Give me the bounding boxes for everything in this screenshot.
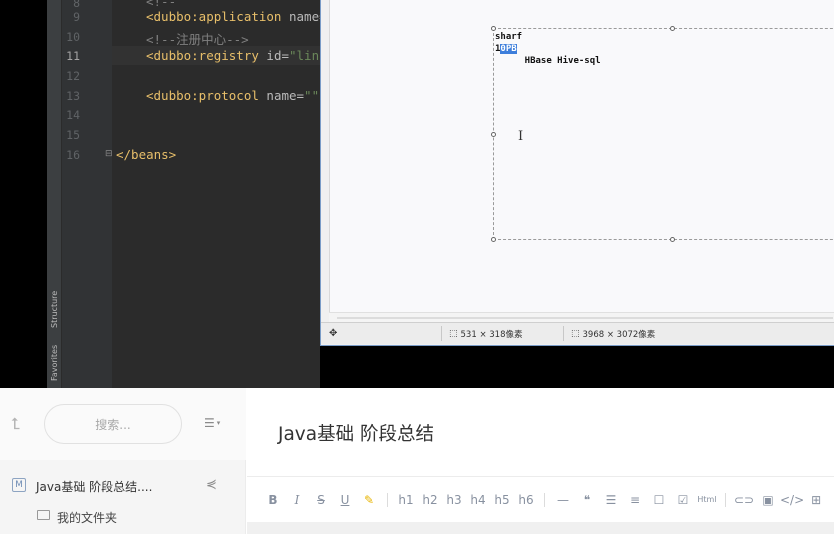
- horizontal-scrollbar[interactable]: [329, 312, 834, 322]
- line-number: 16: [66, 148, 80, 162]
- bullet-list-icon[interactable]: ☰: [599, 488, 623, 512]
- highlight-pen-icon[interactable]: ✎: [357, 488, 381, 512]
- h6-button[interactable]: h6: [514, 488, 538, 512]
- document-title[interactable]: Java基础 阶段总结: [278, 420, 434, 446]
- code-line-beans-close: </beans>: [116, 147, 177, 162]
- list-view-toggle[interactable]: ☰ ▾: [204, 416, 220, 430]
- text-cursor-icon: I: [518, 129, 524, 144]
- code-line-comment: <!--注册中心-->: [146, 32, 249, 47]
- folder-icon: [37, 510, 50, 520]
- image-text-line: 10PB: [495, 44, 517, 54]
- selection-size: ⬚ 531 × 318像素: [449, 329, 523, 340]
- folder-item[interactable]: 我的文件夹: [0, 504, 246, 528]
- image-text-content: sharf 10PB HBase Hive-sql: [495, 31, 601, 67]
- image-text-line: sharf: [495, 32, 523, 42]
- line-number: 10: [66, 30, 80, 44]
- line-number-gutter: 8 9 10 11 12 13 14 15 16 💡 ⊟: [62, 0, 136, 388]
- h3-button[interactable]: h3: [442, 488, 466, 512]
- code-line-application: <dubbo:application name=: [146, 9, 320, 24]
- note-editor: Java基础 阶段总结 B I S U ✎ h1 h2 h3 h4 h5 h6 …: [247, 388, 834, 534]
- line-number: 13: [66, 89, 80, 103]
- line-number: 9: [73, 10, 80, 24]
- status-bar: ✥ ⬚ 531 × 318像素 ⬚ 3968 × 3072像素: [321, 322, 834, 344]
- ide-window: Structure Favorites 8 9 10 11 12 13 14 1…: [0, 0, 834, 388]
- image-size-icon: ⬚: [571, 329, 580, 339]
- resize-handle[interactable]: [491, 237, 496, 242]
- link-icon[interactable]: ⊂⊃: [732, 488, 756, 512]
- strikethrough-button[interactable]: S: [309, 488, 333, 512]
- h1-button[interactable]: h1: [394, 488, 418, 512]
- note-app: ⮤ 搜索... ☰ ▾ M Java基础 阶段总结.... ⋞ 我的文件夹 Ja…: [0, 388, 834, 534]
- quote-icon[interactable]: ❝: [575, 488, 599, 512]
- line-number: 8: [73, 0, 80, 10]
- resize-handle[interactable]: [670, 237, 675, 242]
- note-sidebar: ⮤ 搜索... ☰ ▾ M Java基础 阶段总结.... ⋞ 我的文件夹: [0, 388, 246, 534]
- checkbox-icon[interactable]: ☐: [647, 488, 671, 512]
- chevron-down-icon: ▾: [216, 419, 221, 427]
- task-list-icon[interactable]: ☑: [671, 488, 695, 512]
- line-number-current: 11: [66, 49, 80, 63]
- selection-size-icon: ⬚: [449, 329, 458, 339]
- code-line-registry: <dubbo:registry id="linu: [146, 48, 320, 63]
- horizontal-rule-icon[interactable]: —: [551, 488, 575, 512]
- line-number: 12: [66, 69, 80, 83]
- back-up-icon[interactable]: ⮤: [11, 414, 31, 434]
- resize-handle[interactable]: [670, 26, 675, 31]
- italic-button[interactable]: I: [285, 488, 309, 512]
- code-editor[interactable]: <!-- <dubbo:application name= <!--注册中心--…: [112, 0, 320, 388]
- image-canvas[interactable]: sharf 10PB HBase Hive-sql I: [329, 0, 834, 312]
- share-icon[interactable]: ⋞: [206, 477, 217, 492]
- note-list-item[interactable]: M Java基础 阶段总结.... ⋞: [0, 473, 246, 499]
- editor-body[interactable]: [247, 522, 834, 534]
- image-text-line: HBase Hive-sql: [503, 56, 601, 66]
- underline-button[interactable]: U: [333, 488, 357, 512]
- bold-button[interactable]: B: [261, 488, 285, 512]
- h5-button[interactable]: h5: [490, 488, 514, 512]
- markdown-doc-icon: M: [12, 478, 26, 492]
- code-icon[interactable]: </>: [780, 488, 804, 512]
- structure-tab[interactable]: Structure: [47, 285, 62, 333]
- formatting-toolbar: B I S U ✎ h1 h2 h3 h4 h5 h6 — ❝ ☰ ≡ ☐ ☑ …: [247, 476, 834, 522]
- h2-button[interactable]: h2: [418, 488, 442, 512]
- h4-button[interactable]: h4: [466, 488, 490, 512]
- code-line-protocol: <dubbo:protocol name="",: [146, 88, 320, 103]
- list-icon: ☰: [204, 416, 215, 430]
- image-icon[interactable]: ▣: [756, 488, 780, 512]
- image-size: ⬚ 3968 × 3072像素: [571, 329, 656, 340]
- code-line: <!--: [146, 0, 177, 9]
- image-viewer-window: sharf 10PB HBase Hive-sql I ✥ ⬚ 531 × 31…: [320, 0, 834, 346]
- folder-label: 我的文件夹: [57, 511, 118, 525]
- search-input[interactable]: 搜索...: [44, 404, 182, 444]
- favorites-tab[interactable]: Favorites: [47, 340, 62, 386]
- html-button[interactable]: Html: [695, 488, 719, 512]
- highlighted-text: 0PB: [500, 44, 517, 54]
- line-number: 14: [66, 108, 80, 122]
- note-item-title: Java基础 阶段总结....: [36, 480, 153, 494]
- table-icon[interactable]: ⊞: [804, 488, 828, 512]
- line-number: 15: [66, 128, 80, 142]
- move-icon: ✥: [329, 328, 338, 339]
- resize-handle[interactable]: [491, 132, 496, 137]
- numbered-list-icon[interactable]: ≡: [623, 488, 647, 512]
